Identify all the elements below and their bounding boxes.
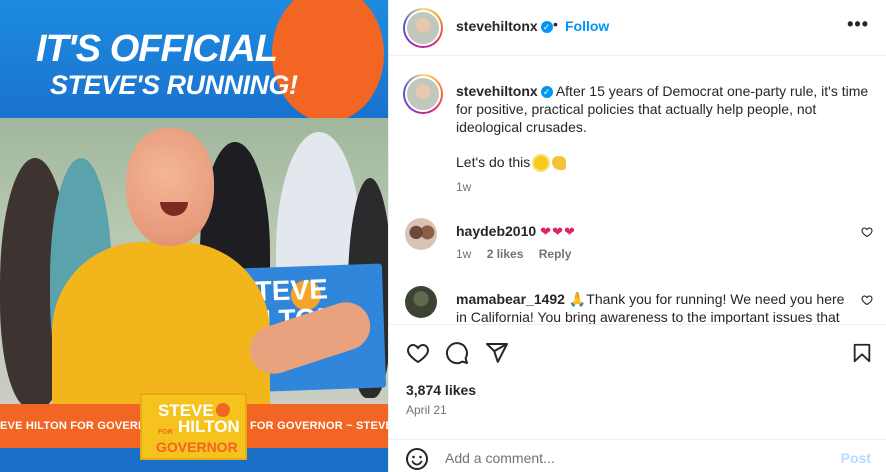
post-date[interactable]: April 21 [406, 403, 447, 417]
verified-badge-icon: ✓ [540, 86, 553, 99]
more-options-icon[interactable]: ••• [847, 14, 869, 35]
post-comment-button[interactable]: Post [841, 450, 871, 466]
heart-icon[interactable] [405, 341, 431, 365]
commenter-avatar[interactable] [405, 286, 437, 318]
caption-username[interactable]: stevehiltonx [456, 83, 538, 99]
bookmark-icon[interactable] [851, 341, 873, 365]
comment-text: haydeb2010 ❤❤❤ [456, 222, 856, 241]
candidate-photo: TEVE ILTON NOR [0, 118, 388, 404]
post-header: stevehiltonx ✓ • Follow ••• [389, 0, 886, 56]
logo-for: FOR [158, 429, 173, 436]
comment-likes[interactable]: 2 likes [487, 247, 524, 261]
caption-body-2: Let's do this [456, 154, 531, 170]
image-headline-2: STEVE'S RUNNING! [50, 70, 298, 100]
hearts-emoji: ❤❤❤ [540, 224, 576, 239]
add-comment-input[interactable] [445, 450, 825, 466]
reply-button[interactable]: Reply [539, 247, 572, 261]
likes-count[interactable]: 3,874 likes [406, 382, 476, 398]
logo-governor: GOVERNOR [156, 439, 238, 455]
campaign-logo: STEVE FOR HILTON GOVERNOR [140, 393, 247, 460]
comment-username[interactable]: mamabear_1492 [456, 291, 565, 307]
sun-emoji [534, 156, 549, 171]
candidate-shirt [52, 242, 270, 404]
comment-username[interactable]: haydeb2010 [456, 223, 536, 239]
add-comment-bar: Post [389, 439, 886, 472]
caption-time[interactable]: 1w [456, 180, 471, 194]
banner-text-left: EVE HILTON FOR GOVERN [0, 420, 147, 432]
logo-hilton: HILTON [178, 417, 240, 436]
commenter-avatar[interactable] [405, 218, 437, 250]
caption-line-2: Let's do this [456, 154, 567, 171]
emoji-icon[interactable] [405, 447, 429, 471]
comment-meta: 1w 2 likes Reply [456, 247, 583, 261]
author-name-group: stevehiltonx ✓ [456, 18, 553, 34]
author-username[interactable]: stevehiltonx [456, 18, 538, 34]
comment-item: haydeb2010 ❤❤❤ 1w 2 likes Reply [403, 214, 873, 264]
share-icon[interactable] [485, 341, 509, 365]
candidate-head [126, 128, 214, 246]
image-headline-1: IT'S OFFICIAL [36, 28, 278, 70]
comment-like-heart-icon[interactable] [861, 226, 873, 238]
logo-sun-icon [216, 403, 230, 417]
caption-text: stevehiltonx ✓ After 15 years of Democrat… [456, 82, 874, 136]
comment-like-heart-icon[interactable] [861, 294, 873, 306]
comment-time[interactable]: 1w [456, 247, 471, 261]
post-sidebar: stevehiltonx ✓ • Follow ••• stevehiltonx ✓… [388, 0, 886, 472]
caption-author-avatar[interactable] [403, 74, 443, 114]
follow-button[interactable]: Follow [565, 18, 609, 34]
post-image[interactable]: IT'S OFFICIAL STEVE'S RUNNING! TEVE ILTO… [0, 0, 388, 472]
author-avatar[interactable] [403, 8, 443, 48]
banner-text-right: FOR GOVERNOR ~ STEVE [250, 420, 388, 432]
verified-badge-icon: ✓ [540, 21, 553, 34]
comment-icon[interactable] [445, 341, 469, 365]
post-actions: 3,874 likes April 21 Post [389, 324, 886, 470]
flexed-biceps-emoji [552, 156, 567, 171]
header-separator: • [553, 16, 558, 32]
